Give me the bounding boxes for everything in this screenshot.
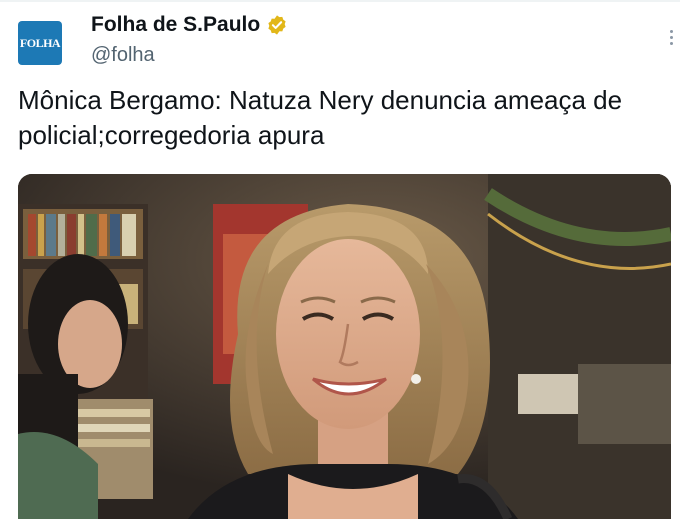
verified-badge-icon bbox=[266, 14, 288, 36]
display-name[interactable]: Folha de S.Paulo bbox=[91, 13, 260, 37]
account-name-row[interactable]: Folha de S.Paulo bbox=[91, 13, 288, 37]
tweet-photo[interactable] bbox=[18, 174, 671, 519]
photo-of-smiling-woman bbox=[18, 174, 671, 519]
avatar[interactable]: FOLHA bbox=[18, 21, 62, 65]
top-divider bbox=[0, 0, 680, 2]
tweet-text: Mônica Bergamo: Natuza Nery denuncia ame… bbox=[18, 85, 623, 150]
avatar-logo-text: FOLHA bbox=[19, 35, 61, 50]
more-options-icon[interactable] bbox=[670, 30, 674, 50]
account-handle[interactable]: @folha bbox=[91, 44, 155, 67]
